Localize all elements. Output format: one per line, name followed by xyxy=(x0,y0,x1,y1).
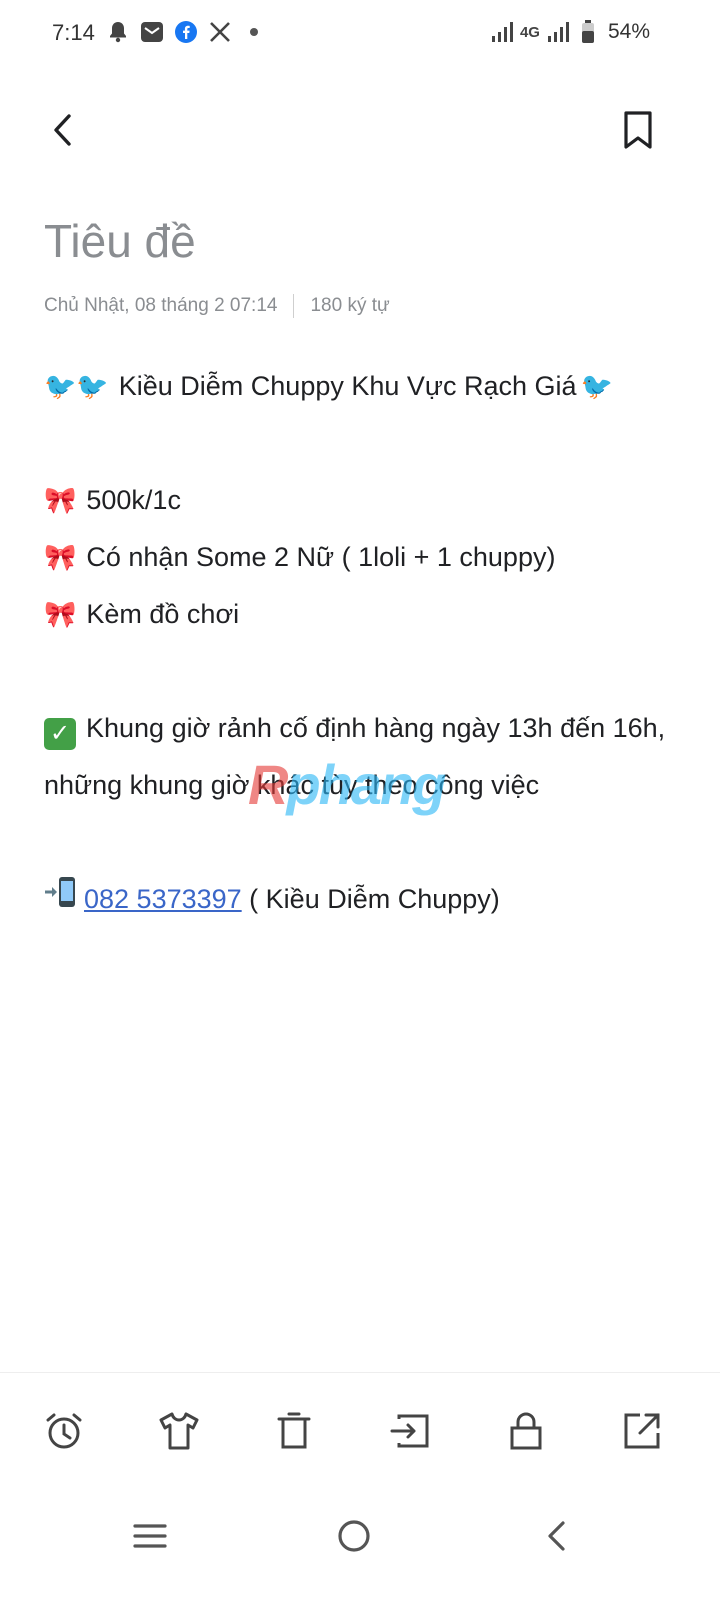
item-text: 500k/1c xyxy=(86,485,181,515)
char-count: 180 ký tự xyxy=(310,295,390,316)
recent-apps-button[interactable] xyxy=(122,1510,178,1566)
contact-name: ( Kiều Diễm Chuppy) xyxy=(241,884,500,914)
ribbon-icon: 🎀 xyxy=(44,542,77,572)
lock-button[interactable] xyxy=(504,1411,548,1455)
phone-number-link[interactable]: 082 5373397 xyxy=(84,884,242,914)
heading-text: Kiều Diễm Chuppy Khu Vực Rạch Giá xyxy=(118,371,577,401)
note-toolbar xyxy=(0,1372,720,1492)
share-icon xyxy=(622,1411,662,1456)
mobile-phone-arrow-icon xyxy=(44,871,78,928)
bell-icon xyxy=(106,20,130,44)
note-meta: Chủ Nhật, 08 tháng 2 07:14 180 ký tự xyxy=(44,294,390,318)
alarm-icon xyxy=(44,1411,84,1456)
lock-icon xyxy=(509,1411,543,1456)
status-bar: 7:14 4G 54% xyxy=(0,0,720,68)
battery-icon xyxy=(576,20,600,44)
note-line-item: 🎀 500k/1c xyxy=(44,472,684,529)
trash-icon xyxy=(276,1411,312,1456)
bird-icon: 🐦🐦 xyxy=(44,371,109,401)
note-title-input[interactable]: Tiêu đề xyxy=(44,214,196,268)
system-status: 4G 54% xyxy=(490,20,650,44)
move-icon xyxy=(389,1413,431,1454)
x-icon xyxy=(208,20,232,44)
signal-icon xyxy=(490,20,514,44)
ribbon-icon: 🎀 xyxy=(44,485,77,515)
share-button[interactable] xyxy=(620,1411,664,1455)
reminder-button[interactable] xyxy=(42,1411,86,1455)
chevron-left-icon xyxy=(50,112,74,153)
item-text: Có nhận Some 2 Nữ ( 1loli + 1 chuppy) xyxy=(86,542,556,572)
signal-icon xyxy=(546,20,570,44)
meta-divider xyxy=(293,294,295,318)
note-line-contact: 082 5373397 ( Kiều Diễm Chuppy) xyxy=(44,871,684,928)
schedule-text: Khung giờ rảnh cố định hàng ngày 13h đến… xyxy=(44,713,666,800)
home-button[interactable] xyxy=(326,1510,382,1566)
battery-level: 54% xyxy=(607,20,650,43)
status-time: 7:14 xyxy=(52,20,95,45)
system-navigation-bar xyxy=(0,1492,720,1600)
back-button[interactable] xyxy=(40,110,84,154)
network-type: 4G xyxy=(519,23,540,41)
dot-icon xyxy=(242,20,266,44)
back-icon xyxy=(545,1520,567,1557)
bird-icon: 🐦 xyxy=(580,371,613,401)
note-line-schedule: ✓ Khung giờ rảnh cố định hàng ngày 13h đế… xyxy=(44,700,684,814)
note-line-heading: 🐦🐦 Kiều Diễm Chuppy Khu Vực Rạch Giá 🐦 xyxy=(44,358,684,415)
item-text: Kèm đồ chơi xyxy=(86,599,240,629)
facebook-icon xyxy=(174,20,198,44)
note-line-item: 🎀 Kèm đồ chơi xyxy=(44,586,684,643)
check-mark-icon: ✓ xyxy=(44,717,76,750)
theme-button[interactable] xyxy=(157,1411,201,1455)
delete-button[interactable] xyxy=(272,1411,316,1455)
theme-shirt-icon xyxy=(158,1411,200,1456)
home-icon xyxy=(337,1519,371,1558)
recent-apps-icon xyxy=(133,1523,167,1554)
ribbon-icon: 🎀 xyxy=(44,599,77,629)
note-date: Chủ Nhật, 08 tháng 2 07:14 xyxy=(44,295,278,316)
nav-back-button[interactable] xyxy=(528,1510,584,1566)
note-body-editor[interactable]: 🐦🐦 Kiều Diễm Chuppy Khu Vực Rạch Giá 🐦 🎀 50… xyxy=(44,358,684,928)
notification-icons xyxy=(106,20,266,44)
bookmark-icon xyxy=(622,110,654,155)
note-line-item: 🎀 Có nhận Some 2 Nữ ( 1loli + 1 chuppy) xyxy=(44,529,684,586)
bookmark-button[interactable] xyxy=(616,108,660,156)
mail-icon xyxy=(140,20,164,44)
move-button[interactable] xyxy=(388,1411,432,1455)
